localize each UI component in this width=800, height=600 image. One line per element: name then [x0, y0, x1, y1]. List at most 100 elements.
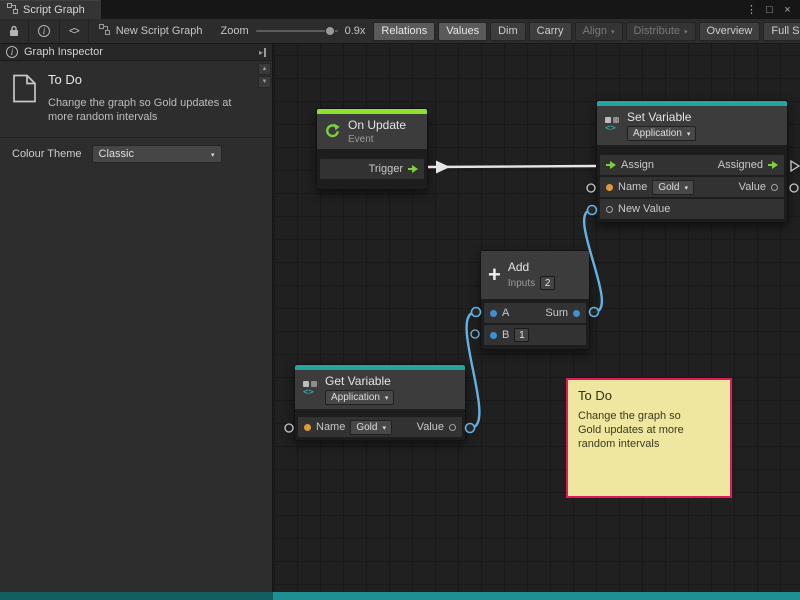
chevron-down-icon: ▾: [211, 152, 215, 159]
window-menu-icon[interactable]: ⋮: [744, 3, 759, 16]
zoom-slider-handle[interactable]: [325, 26, 335, 36]
value-out-port[interactable]: [449, 424, 456, 431]
variable-scope-dropdown[interactable]: Application ▾: [325, 390, 394, 405]
close-icon[interactable]: ×: [780, 4, 795, 16]
flow-in-port[interactable]: [606, 161, 616, 169]
graph-name-label: New Script Graph: [116, 25, 203, 37]
zoom-control: Zoom 0.9x: [213, 25, 374, 37]
name-port[interactable]: [304, 424, 311, 431]
flow-out-port[interactable]: [768, 161, 778, 169]
zoom-value: 0.9x: [345, 25, 366, 37]
node-ports: Name Gold ▾ Value: [295, 409, 465, 440]
tab-bar: Script Graph ⋮ □ ×: [0, 0, 800, 19]
inputs-count-field[interactable]: 2: [540, 276, 555, 290]
graph-summary-text: Change the graph so Gold updates at more…: [48, 96, 246, 124]
name-port-row: Name Gold ▾ Value: [600, 177, 784, 197]
colour-theme-row: Colour Theme Classic ▾: [0, 138, 272, 170]
name-port-label: Name: [618, 181, 647, 193]
distribute-button[interactable]: Distribute▾: [626, 22, 696, 41]
new-value-port[interactable]: [606, 206, 613, 213]
chevron-down-icon: ▾: [687, 131, 691, 138]
graph-name-button[interactable]: New Script Graph: [89, 24, 213, 38]
value-port-label: Value: [739, 181, 766, 193]
node-ports: Assign Assigned Name Gold ▾ Value: [597, 145, 787, 222]
colour-theme-label: Colour Theme: [12, 148, 82, 160]
unconnected-port-circle: [587, 184, 595, 192]
sticky-note-title: To Do: [578, 388, 720, 403]
sticky-note[interactable]: To Do Change the graph so Gold updates a…: [566, 378, 732, 498]
values-button[interactable]: Values: [438, 22, 487, 41]
trigger-port-label: Trigger: [369, 163, 403, 175]
node-on-update[interactable]: On Update Event Trigger: [316, 108, 428, 190]
node-ports: A Sum B 1: [481, 299, 589, 349]
align-button[interactable]: Align▾: [575, 22, 623, 41]
new-value-port-row: New Value: [600, 199, 784, 219]
node-title: On Update: [348, 118, 406, 132]
svg-text:<>: <>: [303, 388, 314, 397]
carry-button[interactable]: Carry: [529, 22, 572, 41]
sticky-note-text: Change the graph so Gold updates at more…: [578, 409, 700, 451]
on-update-icon: [324, 122, 341, 142]
lock-icon: [9, 25, 19, 37]
overview-button[interactable]: Overview: [699, 22, 761, 41]
chevron-down-icon: ▾: [684, 185, 688, 192]
variable-name-dropdown[interactable]: Gold ▾: [652, 180, 694, 195]
lock-button[interactable]: [0, 19, 29, 43]
zoom-label: Zoom: [221, 25, 249, 37]
variable-name-dropdown[interactable]: Gold ▾: [350, 420, 392, 435]
input-a-label: A: [502, 307, 509, 319]
inspector-toggle-button[interactable]: i: [29, 19, 60, 43]
toolbar-buttons: Relations Values Dim Carry Align▾ Distri…: [373, 22, 800, 41]
assign-port-row: Assign Assigned: [600, 155, 784, 175]
node-title: Get Variable: [325, 374, 394, 388]
name-port-label: Name: [316, 421, 345, 433]
flow-out-port[interactable]: [408, 165, 418, 173]
tab-script-graph[interactable]: Script Graph: [0, 0, 101, 19]
flow-wire-trigger-to-assign: [428, 166, 596, 167]
chevron-down-icon: ▾: [382, 425, 386, 432]
input-a-port[interactable]: [490, 310, 497, 317]
wire-endpoint: [590, 308, 599, 317]
value-out-port[interactable]: [771, 184, 778, 191]
node-header: <> Set Variable Application ▾: [597, 106, 787, 145]
relations-button[interactable]: Relations: [373, 22, 435, 41]
a-sum-port-row: A Sum: [484, 303, 586, 323]
variable-scope-dropdown[interactable]: Application ▾: [627, 126, 696, 141]
colour-theme-dropdown[interactable]: Classic ▾: [92, 145, 222, 163]
input-b-field[interactable]: 1: [514, 328, 529, 342]
zoom-slider[interactable]: [256, 30, 338, 32]
script-graph-icon: [7, 3, 18, 17]
code-icon: <>: [69, 26, 79, 37]
value-wire-get-to-add: [467, 312, 480, 428]
chevron-down-icon: ▾: [611, 29, 615, 36]
info-icon: i: [6, 46, 18, 58]
node-subtitle: Inputs 2: [508, 276, 555, 290]
wire-endpoint: [466, 424, 475, 433]
unconnected-port-circle: [471, 330, 479, 338]
graph-toolbar: i <> New Script Graph Zoom 0.9x Relation…: [0, 19, 800, 44]
fullscreen-button[interactable]: Full S: [763, 22, 800, 41]
node-add[interactable]: + Add Inputs 2 A Sum: [480, 250, 590, 350]
unconnected-port-circle: [285, 424, 293, 432]
graph-summary-title: To Do: [48, 72, 246, 87]
node-subtitle: Event: [348, 134, 406, 145]
graph-canvas[interactable]: To Do Change the graph so Gold updates a…: [274, 44, 800, 592]
maximize-icon[interactable]: □: [762, 4, 777, 16]
value-port-label: Value: [417, 421, 444, 433]
window-controls: ⋮ □ ×: [744, 0, 800, 19]
status-bar-left: [0, 592, 273, 600]
note-icon: [12, 74, 37, 108]
node-get-variable[interactable]: <> Get Variable Application ▾ Name Gold: [294, 364, 466, 441]
name-port[interactable]: [606, 184, 613, 191]
sum-port-label: Sum: [545, 307, 568, 319]
node-set-variable[interactable]: <> Set Variable Application ▾ Assign Ass…: [596, 100, 788, 223]
graph-inspector-panel: i Graph Inspector ▸ ▲ ▼ To Do Change the…: [0, 44, 273, 592]
graph-asset-icon: [99, 24, 110, 38]
code-preview-button[interactable]: <>: [60, 19, 89, 43]
sum-out-port[interactable]: [573, 310, 580, 317]
new-value-port-label: New Value: [618, 203, 670, 215]
input-b-port[interactable]: [490, 332, 497, 339]
dock-icon[interactable]: ▸: [259, 48, 266, 57]
dim-button[interactable]: Dim: [490, 22, 526, 41]
tab-title: Script Graph: [23, 4, 85, 16]
